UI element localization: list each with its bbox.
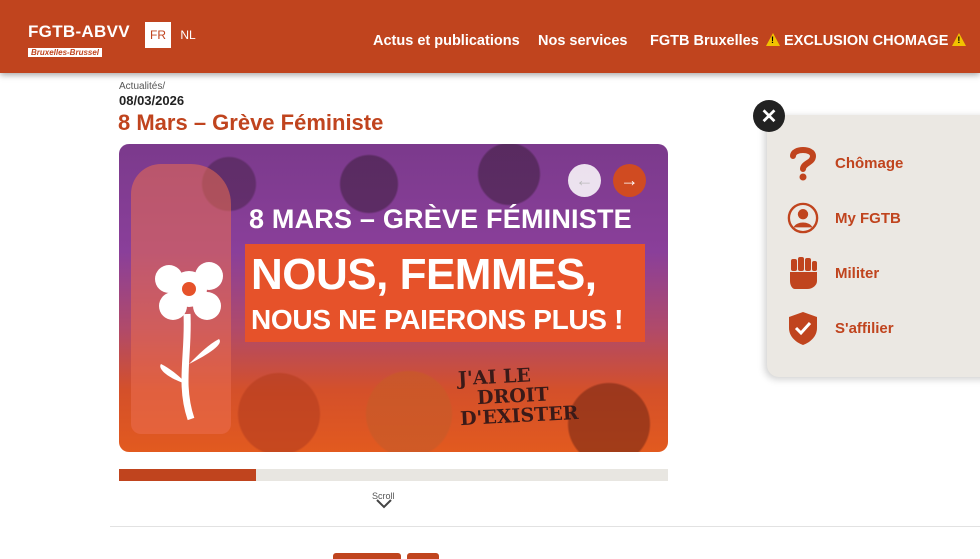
- page-title: 8 Mars – Grève Féministe: [118, 110, 384, 135]
- nav-nos-services[interactable]: Nos services: [538, 33, 627, 49]
- hero-slider[interactable]: 8 MARS – GRÈVE FÉMINISTE NOUS, FEMMES, N…: [119, 144, 668, 452]
- divider: [110, 526, 980, 527]
- side-item-label: Militer: [835, 264, 880, 282]
- logo[interactable]: FGTB-ABVV Bruxelles-Brussel: [28, 22, 130, 60]
- logo-subtext: Bruxelles-Brussel: [28, 48, 103, 57]
- side-item-label: My FGTB: [835, 209, 901, 227]
- lang-nl-button[interactable]: NL: [175, 22, 201, 48]
- side-item-label: Chômage: [835, 154, 904, 172]
- slide-heading: 8 MARS – GRÈVE FÉMINISTE: [249, 204, 632, 234]
- fist-icon: [787, 255, 819, 291]
- question-icon: [787, 145, 819, 181]
- side-item-my-fgtb[interactable]: My FGTB: [787, 200, 901, 236]
- warning-icon: [952, 33, 967, 46]
- logo-text: FGTB-ABVV: [28, 22, 130, 41]
- warning-icon: [766, 33, 780, 46]
- slider-progress-fill: [119, 469, 257, 481]
- lang-fr-button[interactable]: FR: [145, 22, 171, 48]
- slider-prev-button[interactable]: ←: [568, 164, 601, 197]
- arrow-right-icon: →: [620, 170, 639, 190]
- side-item-militer[interactable]: Militer: [787, 255, 879, 291]
- slide-subheadline: NOUS NE PAIERONS PLUS !: [251, 304, 624, 335]
- shield-check-icon: [787, 310, 819, 346]
- close-panel-button[interactable]: ✕: [753, 100, 785, 132]
- side-item-label: S'affilier: [835, 319, 894, 337]
- close-icon: ✕: [760, 105, 778, 128]
- slider-next-button[interactable]: →: [613, 164, 646, 197]
- arrow-left-icon: ←: [575, 170, 594, 190]
- nav-exclusion-chomage[interactable]: EXCLUSION CHOMAGE: [766, 33, 967, 49]
- quick-access-panel: Chômage My FGTB Militer S'affilier: [767, 115, 980, 377]
- article-date: 08/03/2026: [119, 93, 185, 108]
- nav-actus-publications[interactable]: Actus et publications: [373, 33, 520, 49]
- content-button-partial[interactable]: [333, 553, 401, 559]
- content-button-partial[interactable]: [407, 553, 439, 559]
- side-item-saffilier[interactable]: S'affilier: [787, 310, 894, 346]
- breadcrumb[interactable]: Actualités/: [119, 81, 165, 92]
- side-item-chomage[interactable]: Chômage: [787, 145, 903, 181]
- slide-headline: NOUS, FEMMES,: [251, 250, 597, 299]
- user-icon: [787, 200, 819, 236]
- site-header: FGTB-ABVV Bruxelles-Brussel FR NL Actus …: [0, 0, 980, 73]
- nav-fgtb-bruxelles[interactable]: FGTB Bruxelles: [650, 33, 759, 49]
- slider-progress[interactable]: [119, 469, 668, 481]
- nav-exclusion-chomage-label: EXCLUSION CHOMAGE: [784, 33, 949, 49]
- flower-graphic: [155, 262, 223, 421]
- protest-sign: J'AI LE DROIT D'EXISTER: [457, 363, 579, 430]
- chevron-down-icon[interactable]: [376, 499, 392, 509]
